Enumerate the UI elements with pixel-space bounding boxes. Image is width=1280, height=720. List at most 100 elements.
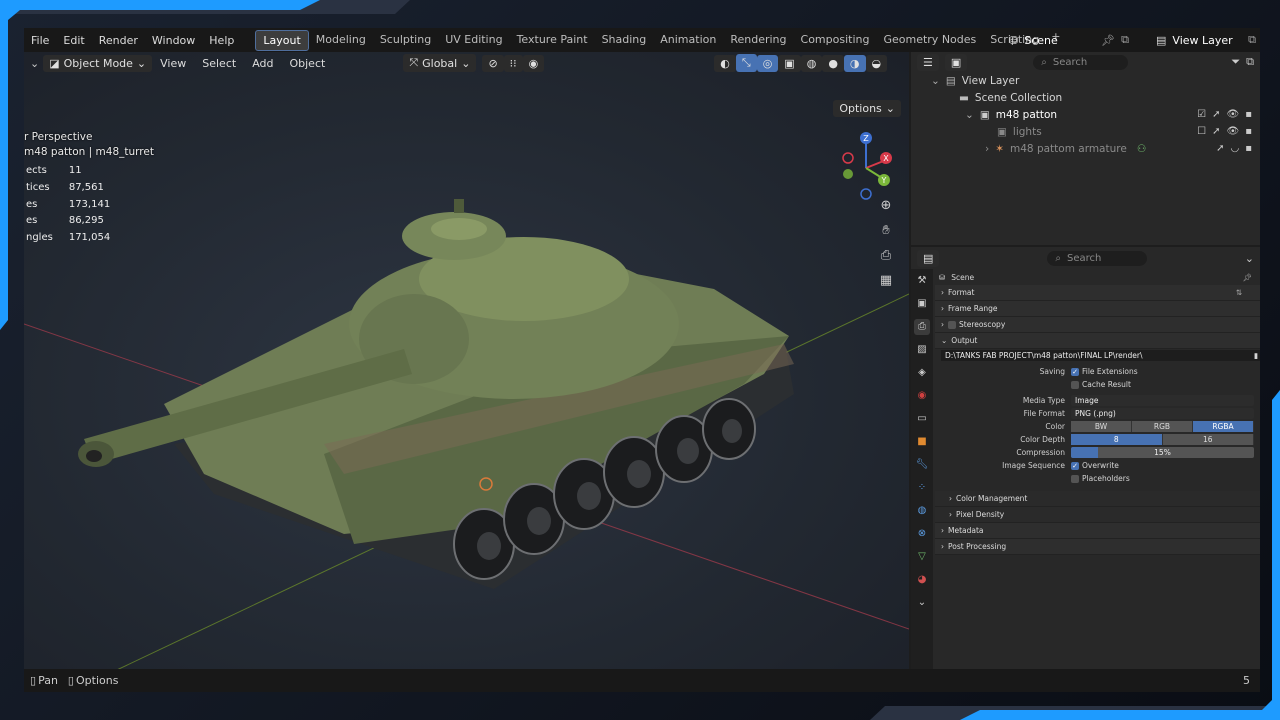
copy-layer-icon[interactable]: ⧉ — [1248, 33, 1256, 47]
placeholders-checkbox[interactable] — [1071, 474, 1079, 483]
navigation-gizmo[interactable]: Z X Y — [836, 130, 896, 200]
properties-editor-icon[interactable]: ▤ — [917, 249, 940, 267]
snap-icon[interactable]: ⁝⁝ — [503, 54, 523, 72]
panel-color-management[interactable]: › Color Management — [935, 491, 1260, 507]
color-rgba-option[interactable]: RGBA — [1193, 421, 1254, 432]
compression-slider[interactable]: 15% — [1071, 447, 1254, 458]
outliner-editor-icon[interactable]: ☰ — [917, 53, 939, 71]
more-tabs-icon[interactable]: ⌄ — [914, 595, 930, 611]
render-tab-icon[interactable]: ▣ — [914, 296, 930, 312]
select-arrow-icon[interactable]: ➚ — [1216, 143, 1224, 154]
outliner-search-input[interactable]: ⌕ Search — [1033, 54, 1129, 70]
eye-closed-icon[interactable]: ◡ — [1230, 143, 1239, 154]
viewport-menu-view[interactable]: View — [152, 57, 194, 70]
viewport-options-button[interactable]: Options ⌄ — [833, 100, 901, 117]
color-depth-8-option[interactable]: 8 — [1071, 434, 1163, 445]
checkbox-icon[interactable]: ☑ — [1197, 109, 1206, 120]
scene-selector[interactable]: ⛁ Scene 📌︎ ⧉ — [1009, 31, 1129, 49]
menu-render[interactable]: Render — [92, 34, 145, 47]
visibility-icon[interactable]: ◐ — [714, 54, 736, 72]
select-arrow-icon[interactable]: ➚ — [1212, 109, 1220, 120]
viewport-menu-select[interactable]: Select — [194, 57, 244, 70]
tab-shading[interactable]: Shading — [595, 30, 654, 51]
color-bw-option[interactable]: BW — [1071, 421, 1132, 432]
media-type-dropdown[interactable]: Image — [1071, 395, 1254, 406]
presets-icon[interactable]: ⇅ — [1236, 288, 1260, 297]
display-mode-icon[interactable]: ▣ — [944, 53, 968, 71]
outliner-row-armature[interactable]: › ✶ m48 pattom armature ⚇ ➚ ◡ ▪ — [911, 140, 1260, 157]
outliner-row-scene-collection[interactable]: ▬ Scene Collection — [911, 89, 1260, 106]
menu-window[interactable]: Window — [145, 34, 202, 47]
object-tab-icon[interactable]: ■ — [914, 434, 930, 450]
zoom-icon[interactable]: ⊕ — [877, 197, 895, 215]
pin-icon[interactable]: 📌︎ — [1101, 34, 1115, 47]
checkbox-icon[interactable]: ☐ — [1197, 126, 1206, 137]
shading-wireframe-icon[interactable]: ◍ — [800, 54, 823, 72]
menu-file[interactable]: File — [24, 34, 56, 47]
color-depth-16-option[interactable]: 16 — [1162, 434, 1254, 445]
overlay-toggle-icon[interactable]: ◎ — [756, 54, 779, 72]
properties-search-input[interactable]: ⌕ Search — [1047, 250, 1148, 266]
transform-orientation-dropdown[interactable]: ⤧ Global ⌄ — [403, 54, 477, 72]
shading-material-icon[interactable]: ◑ — [843, 54, 866, 72]
color-rgb-option[interactable]: RGB — [1132, 421, 1193, 432]
camera-icon[interactable]: ⎙ — [877, 247, 895, 265]
panel-pixel-density[interactable]: › Pixel Density — [935, 507, 1260, 523]
shading-rendered-icon[interactable]: ◒ — [865, 54, 888, 72]
eye-icon[interactable]: 👁︎ — [1227, 109, 1240, 120]
camera-render-icon[interactable]: ▪ — [1245, 126, 1252, 137]
collection-tab-icon[interactable]: ▭ — [914, 411, 930, 427]
pin-icon[interactable]: 📌︎ — [1242, 273, 1260, 282]
new-collection-icon[interactable]: ⧉ — [1246, 55, 1254, 69]
folder-icon[interactable]: ▮ — [1254, 351, 1260, 360]
data-tab-icon[interactable]: ▽ — [914, 549, 930, 565]
pivot-icon[interactable]: ⊘ — [482, 54, 504, 72]
viewport-menu-object[interactable]: Object — [281, 57, 333, 70]
tool-tab-icon[interactable]: ⚒ — [914, 273, 930, 289]
gizmo-toggle-icon[interactable]: ⤡ — [735, 54, 757, 72]
grid-icon[interactable]: ▦ — [877, 272, 895, 290]
cache-result-checkbox[interactable] — [1071, 380, 1079, 389]
tab-rendering[interactable]: Rendering — [723, 30, 793, 51]
menu-help[interactable]: Help — [202, 34, 241, 47]
xray-icon[interactable]: ▣ — [778, 54, 801, 72]
copy-icon[interactable]: ⧉ — [1121, 33, 1129, 47]
modifier-tab-icon[interactable]: 🔧︎ — [914, 457, 930, 473]
panel-metadata[interactable]: › Metadata — [935, 523, 1260, 539]
tab-geometry-nodes[interactable]: Geometry Nodes — [876, 30, 983, 51]
eye-icon[interactable]: 👁︎ — [1227, 126, 1240, 137]
filter-icon[interactable]: ⏷ — [1231, 55, 1240, 69]
object-mode-dropdown[interactable]: ◪ Object Mode ⌄ — [43, 54, 153, 72]
output-tab-icon[interactable]: ⎙ — [914, 319, 930, 335]
world-tab-icon[interactable]: ◉ — [914, 388, 930, 404]
menu-edit[interactable]: Edit — [56, 34, 91, 47]
outliner-row-lights[interactable]: ▣ lights ☐ ➚ 👁︎ ▪ — [911, 123, 1260, 140]
outliner-row-m48-patton[interactable]: ⌄ ▣ m48 patton ☑ ➚ 👁︎ ▪ — [911, 106, 1260, 123]
file-extensions-checkbox[interactable]: ✓ — [1071, 367, 1079, 376]
view-layer-tab-icon[interactable]: ▨ — [914, 342, 930, 358]
camera-render-icon[interactable]: ▪ — [1245, 143, 1252, 154]
physics-tab-icon[interactable]: ◍ — [914, 503, 930, 519]
tab-layout[interactable]: Layout — [255, 29, 309, 51]
stereoscopy-checkbox[interactable] — [948, 320, 956, 329]
editor-type-icon[interactable]: ⌄ — [26, 57, 43, 70]
outliner-row-view-layer[interactable]: ⌄ ▤ View Layer — [911, 72, 1260, 89]
tab-animation[interactable]: Animation — [653, 30, 723, 51]
panel-post-processing[interactable]: › Post Processing — [935, 539, 1260, 555]
proportional-edit-icon[interactable]: ◉ — [522, 54, 545, 72]
output-path-field[interactable]: D:\TANKS FAB PROJECT\m48 patton\FINAL LP… — [941, 350, 1260, 361]
panel-frame-range[interactable]: › Frame Range — [935, 301, 1260, 317]
overwrite-checkbox[interactable]: ✓ — [1071, 461, 1079, 470]
hand-pan-icon[interactable]: ✋︎ — [877, 222, 895, 240]
camera-render-icon[interactable]: ▪ — [1245, 109, 1252, 120]
shading-solid-icon[interactable]: ● — [822, 54, 844, 72]
select-arrow-icon[interactable]: ➚ — [1212, 126, 1220, 137]
particles-tab-icon[interactable]: ⁘ — [914, 480, 930, 496]
chevron-down-icon[interactable]: ⌄ — [1245, 252, 1254, 265]
panel-format[interactable]: › Format ⇅ — [935, 285, 1260, 301]
material-tab-icon[interactable]: ◕ — [914, 572, 930, 588]
scene-tab-icon[interactable]: ◈ — [914, 365, 930, 381]
tab-modeling[interactable]: Modeling — [309, 30, 373, 51]
constraints-tab-icon[interactable]: ⊗ — [914, 526, 930, 542]
tab-sculpting[interactable]: Sculpting — [373, 30, 438, 51]
